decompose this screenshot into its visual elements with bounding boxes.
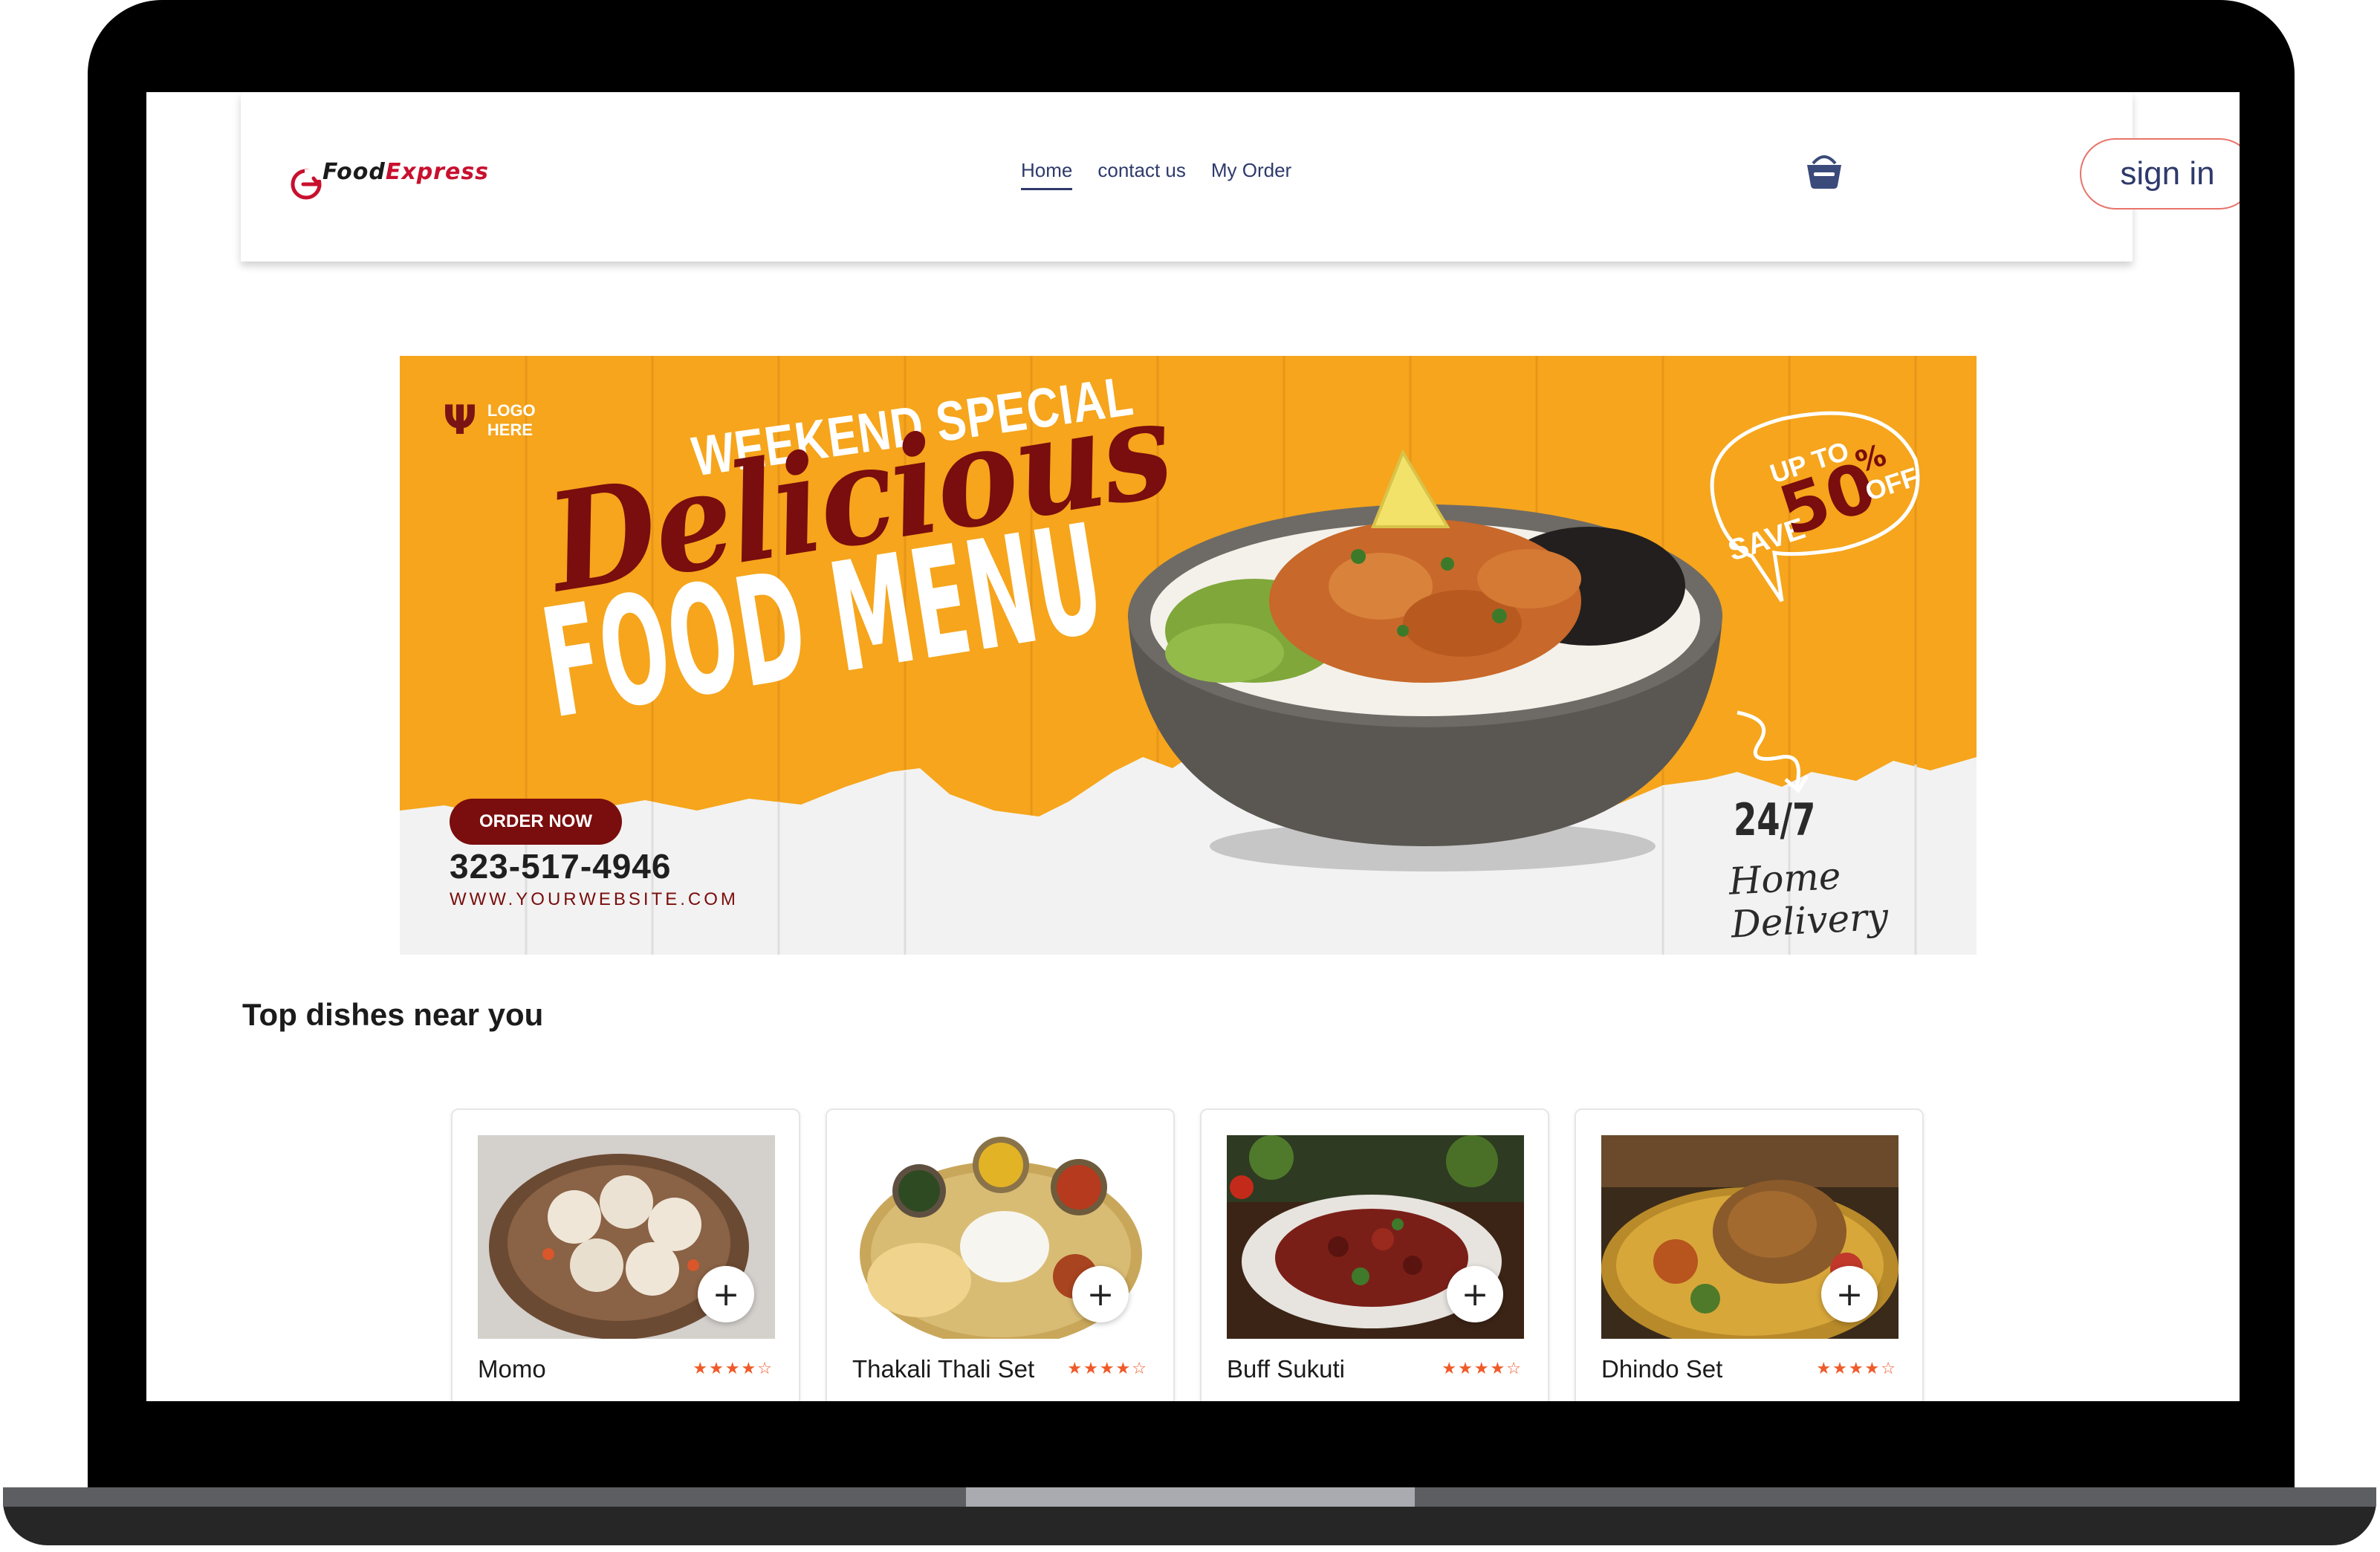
brand-name-part1: Food [322, 159, 386, 185]
dish-rating-stars: ★★★★☆ [693, 1360, 774, 1378]
delivery-text: Home Delivery [1728, 854, 1890, 947]
fork-knife-icon: Ψ [443, 397, 477, 444]
laptop-hinge [966, 1487, 1415, 1507]
banner-phone: 323-517-4946 [450, 847, 672, 886]
dish-name: Dhindo Set [1601, 1355, 1723, 1383]
top-dishes-title: Top dishes near you [242, 997, 544, 1032]
navbar: FoodExpress Home contact us My Order sig… [241, 92, 2240, 262]
dish-rating-stars: ★★★★☆ [1067, 1360, 1148, 1378]
squiggle-arrow-icon [1737, 710, 1809, 793]
basket-icon[interactable] [1803, 149, 1846, 192]
laptop-screen: FoodExpress Home contact us My Order sig… [146, 92, 2240, 1401]
dish-rating-stars: ★★★★☆ [1816, 1360, 1897, 1378]
dish-card-momo[interactable]: + Momo ★★★★☆ [451, 1108, 800, 1401]
banner-logo-line1: LOGO [487, 401, 536, 420]
add-to-cart-button[interactable]: + [1821, 1266, 1878, 1322]
nav-link-my-order[interactable]: My Order [1211, 159, 1291, 190]
sign-in-button[interactable]: sign in [2080, 138, 2240, 210]
dish-cards: + Momo ★★★★☆ + Thakali Thali Set ★★★★☆ +… [451, 1108, 1924, 1401]
order-now-button[interactable]: ORDER NOW [450, 799, 622, 845]
delivery-hours: 24/7 [1734, 794, 1816, 846]
nav-links: Home contact us My Order [1021, 159, 1291, 190]
dish-rating-stars: ★★★★☆ [1442, 1360, 1523, 1378]
promo-banner[interactable]: Ψ LOGO HERE WEEKEND SPECIAL Delicious FOO… [400, 356, 1977, 955]
add-to-cart-button[interactable]: + [698, 1266, 754, 1322]
dish-card-buff-sukuti[interactable]: + Buff Sukuti ★★★★☆ [1200, 1108, 1549, 1401]
add-to-cart-button[interactable]: + [1447, 1266, 1503, 1322]
dish-name: Buff Sukuti [1227, 1355, 1345, 1383]
nav-link-home[interactable]: Home [1021, 159, 1073, 190]
save-badge: UP TO SAVE 50 % OFF [1710, 411, 1922, 603]
brand-name: FoodExpress [322, 159, 489, 185]
add-to-cart-button[interactable]: + [1072, 1266, 1129, 1322]
brand-name-part2: Express [385, 159, 490, 185]
dish-card-dhindo-set[interactable]: + Dhindo Set ★★★★☆ [1575, 1108, 1924, 1401]
banner-logo-text: LOGO HERE [487, 401, 536, 440]
food-bowl-image [1128, 449, 1722, 871]
dish-card-thakali-thali[interactable]: + Thakali Thali Set ★★★★☆ [826, 1108, 1175, 1401]
brand-logo[interactable]: FoodExpress [287, 155, 510, 207]
banner-logo-line2: HERE [487, 421, 534, 439]
dish-name: Thakali Thali Set [852, 1355, 1035, 1383]
banner-website[interactable]: WWW.YOURWEBSITE.COM [450, 889, 739, 910]
banner-logo: Ψ LOGO HERE [443, 400, 536, 441]
dish-name: Momo [478, 1355, 546, 1383]
nav-link-contact[interactable]: contact us [1097, 159, 1186, 190]
